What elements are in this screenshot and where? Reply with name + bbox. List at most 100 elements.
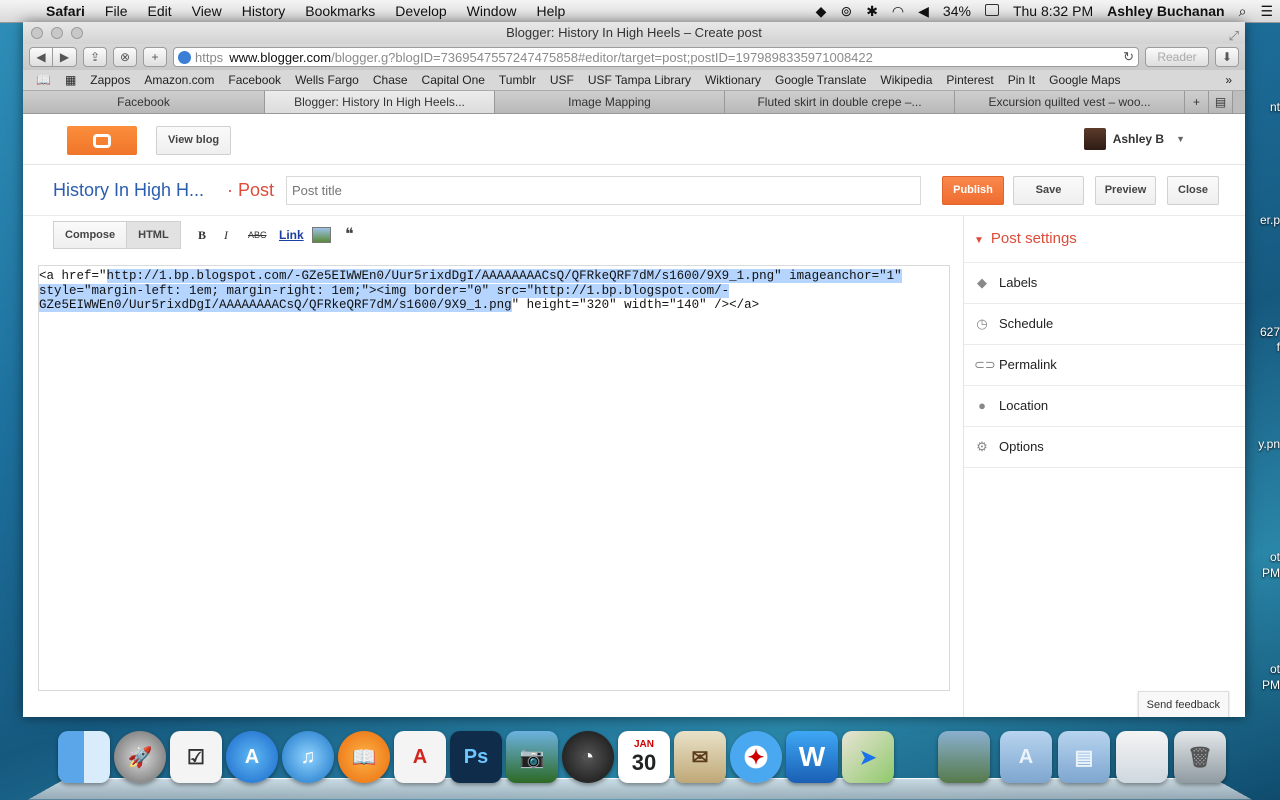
menu-edit[interactable]: Edit <box>137 3 181 19</box>
address-bar[interactable]: https www.blogger.com /blogger.g?blogID=… <box>173 47 1139 67</box>
menu-help[interactable]: Help <box>526 3 575 19</box>
menu-app-safari[interactable]: Safari <box>36 3 95 19</box>
menu-bookmarks[interactable]: Bookmarks <box>295 3 385 19</box>
italic-button[interactable]: I <box>224 228 228 243</box>
bookmark-capital-one[interactable]: Capital One <box>415 73 492 87</box>
fullscreen-icon[interactable]: ⤢ <box>1229 25 1239 47</box>
tab-blogger[interactable]: Blogger: History In High Heels... <box>265 91 495 113</box>
save-button[interactable]: Save <box>1013 176 1084 205</box>
ibooks-icon[interactable]: 📖 <box>338 731 390 783</box>
user-menu[interactable]: Ashley Buchanan <box>1100 3 1231 19</box>
close-button[interactable]: Close <box>1167 176 1219 205</box>
back-button[interactable]: ◀ <box>29 47 53 67</box>
bookmark-chase[interactable]: Chase <box>366 73 415 87</box>
menu-window[interactable]: Window <box>457 3 527 19</box>
settings-location[interactable]: ● Location <box>964 386 1245 427</box>
tab-excursion-vest[interactable]: Excursion quilted vest – woo... <box>955 91 1185 113</box>
new-tab-button[interactable]: + <box>143 47 167 67</box>
menu-file[interactable]: File <box>95 3 138 19</box>
downloads-button[interactable]: ⬇ <box>1215 47 1239 67</box>
more-bookmarks-icon[interactable]: » <box>1218 73 1239 87</box>
settings-labels[interactable]: ◆ Labels <box>964 263 1245 304</box>
volume-icon[interactable]: ◀ <box>911 3 936 20</box>
publish-button[interactable]: Publish <box>942 176 1004 205</box>
calendar-icon[interactable]: JAN 30 <box>618 731 670 783</box>
reminders-icon[interactable]: ☑ <box>170 731 222 783</box>
html-editor-textarea[interactable]: <a href="http://1.bp.blogspot.com/-GZe5E… <box>38 265 950 691</box>
iphoto-icon[interactable]: 📷 <box>506 731 558 783</box>
bookmark-wells-fargo[interactable]: Wells Fargo <box>288 73 366 87</box>
reload-icon[interactable]: ↻ <box>1117 49 1134 65</box>
share-button[interactable]: ⇪ <box>83 47 107 67</box>
downloads-stack-icon[interactable] <box>1116 731 1168 783</box>
menu-history[interactable]: History <box>232 3 296 19</box>
quote-button[interactable]: ❝ <box>345 224 354 244</box>
photoshop-icon[interactable]: Ps <box>450 731 502 783</box>
insert-image-icon[interactable] <box>312 227 331 243</box>
forward-button[interactable]: ▶ <box>53 47 77 67</box>
safari-icon[interactable]: ✦ <box>730 731 782 783</box>
finder-icon[interactable] <box>58 731 110 783</box>
bookmark-pin-it[interactable]: Pin It <box>1001 73 1042 87</box>
link-button[interactable]: Link <box>279 228 304 242</box>
blog-name-link[interactable]: History In High H... <box>53 180 204 201</box>
maps-icon[interactable]: ➤ <box>842 731 894 783</box>
dashboard-icon[interactable]: ◔ <box>562 731 614 783</box>
add-tab-icon[interactable]: + <box>1185 91 1209 113</box>
settings-permalink[interactable]: ⊂⊃ Permalink <box>964 345 1245 386</box>
tab-overview-icon[interactable]: ▤ <box>1209 91 1233 113</box>
strikethrough-button[interactable]: ABC <box>248 230 267 240</box>
bookmark-amazon[interactable]: Amazon.com <box>137 73 221 87</box>
tab-facebook[interactable]: Facebook <box>23 91 265 113</box>
trash-icon[interactable]: 🗑 <box>1174 731 1226 783</box>
tab-fluted-skirt[interactable]: Fluted skirt in double crepe –... <box>725 91 955 113</box>
wifi-icon[interactable]: ◠ <box>885 3 911 20</box>
clock[interactable]: Thu 8:32 PM <box>1006 3 1100 19</box>
menu-develop[interactable]: Develop <box>385 3 456 19</box>
battery-percent[interactable]: 34% <box>936 3 978 19</box>
top-sites-icon[interactable]: ▦ <box>58 73 83 87</box>
html-mode-button[interactable]: HTML <box>127 221 181 249</box>
compose-mode-button[interactable]: Compose <box>53 221 128 249</box>
close-window-button[interactable] <box>31 27 43 39</box>
menu-view[interactable]: View <box>182 3 232 19</box>
minimize-window-button[interactable] <box>51 27 63 39</box>
bookmark-facebook[interactable]: Facebook <box>221 73 288 87</box>
bold-button[interactable]: B <box>198 228 206 243</box>
settings-schedule[interactable]: ◷ Schedule <box>964 304 1245 345</box>
bookmark-wikipedia[interactable]: Wikipedia <box>873 73 939 87</box>
creative-cloud-icon[interactable]: ⊚ <box>833 3 859 20</box>
settings-options[interactable]: ⚙ Options <box>964 427 1245 468</box>
itunes-icon[interactable]: ♫ <box>282 731 334 783</box>
downloaded-image-icon[interactable] <box>938 731 990 783</box>
title-bar[interactable]: Blogger: History In High Heels – Create … <box>23 22 1245 44</box>
bookmark-google-translate[interactable]: Google Translate <box>768 73 873 87</box>
bluetooth-icon[interactable]: ✱ <box>859 3 885 20</box>
launchpad-icon[interactable]: 🚀 <box>114 731 166 783</box>
spotlight-icon[interactable]: ⌕ <box>1232 3 1254 20</box>
stop-button[interactable]: ⊗ <box>113 47 137 67</box>
tab-image-mapping[interactable]: Image Mapping <box>495 91 725 113</box>
preview-button[interactable]: Preview <box>1095 176 1156 205</box>
documents-folder-icon[interactable]: ▤ <box>1058 731 1110 783</box>
battery-icon[interactable] <box>978 3 1006 19</box>
notification-center-icon[interactable]: ☰ <box>1253 3 1280 20</box>
bookmark-usf[interactable]: USF <box>543 73 581 87</box>
bookmark-wiktionary[interactable]: Wiktionary <box>698 73 768 87</box>
account-menu[interactable]: Ashley B ▼ <box>1083 128 1185 150</box>
applications-folder-icon[interactable]: A <box>1000 731 1052 783</box>
app-store-icon[interactable]: A <box>226 731 278 783</box>
blogger-logo[interactable] <box>67 126 137 155</box>
acrobat-icon[interactable]: A <box>394 731 446 783</box>
evernote-icon[interactable]: ◆ <box>809 3 834 20</box>
bookmark-zappos[interactable]: Zappos <box>83 73 137 87</box>
word-icon[interactable]: W <box>786 731 838 783</box>
zoom-window-button[interactable] <box>71 27 83 39</box>
reader-button[interactable]: Reader <box>1145 47 1209 67</box>
bookmark-google-maps[interactable]: Google Maps <box>1042 73 1127 87</box>
post-title-input[interactable] <box>286 176 921 205</box>
bookmark-usf-tampa-library[interactable]: USF Tampa Library <box>581 73 698 87</box>
reading-list-icon[interactable]: 📖 <box>29 73 58 87</box>
bookmark-pinterest[interactable]: Pinterest <box>939 73 1000 87</box>
bookmark-tumblr[interactable]: Tumblr <box>492 73 543 87</box>
